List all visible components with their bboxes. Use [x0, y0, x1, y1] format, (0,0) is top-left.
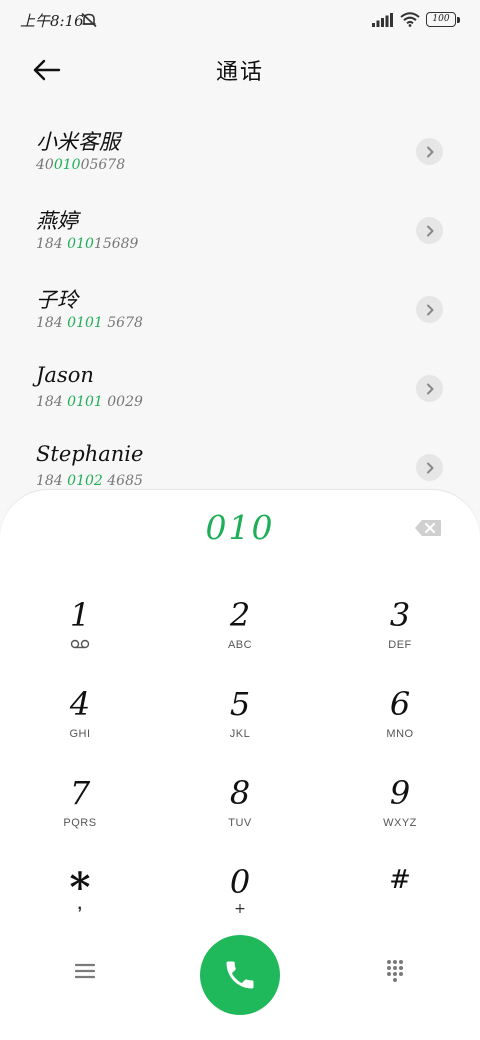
number-part: 184: [36, 394, 68, 410]
number-part: 184: [36, 236, 68, 252]
number-part: 0029: [102, 394, 143, 410]
contact-detail-button[interactable]: [416, 138, 443, 165]
key-letters: GHI: [69, 728, 91, 740]
number-part: 40: [36, 157, 54, 173]
number-match: 010: [67, 236, 94, 252]
key-digit: 2: [229, 596, 251, 634]
status-bar: 上午8:16 100: [0, 0, 480, 40]
chevron-right-icon: [426, 462, 433, 473]
key-8[interactable]: 8 TUV: [170, 773, 310, 853]
number-part: 15689: [93, 236, 139, 252]
dialer-bottom-bar: [0, 930, 480, 1020]
contact-name: 燕婷: [36, 209, 78, 233]
key-letters: WXYZ: [383, 817, 417, 829]
contact-detail-button[interactable]: [416, 217, 443, 244]
menu-icon: [75, 963, 95, 979]
contact-number: 184 0102 4685: [36, 473, 143, 489]
number-match: 010: [53, 157, 81, 173]
key-letters: JKL: [229, 728, 251, 740]
notifications-muted-icon: [80, 12, 98, 32]
dialpad-icon: [387, 960, 403, 982]
menu-button[interactable]: [70, 956, 100, 986]
key-letters: TUV: [228, 817, 252, 829]
number-part: 05678: [80, 157, 126, 173]
key-hash[interactable]: #: [330, 860, 470, 940]
key-7[interactable]: 7 PQRS: [10, 773, 150, 853]
dialer-panel: 010 1 2 ABC 3 DEF 4 GHI 5 JKL 6 MNO 7 PQ…: [0, 490, 480, 1040]
chevron-right-icon: [426, 383, 433, 394]
number-part: 5678: [102, 315, 143, 331]
key-digit: 4: [69, 685, 91, 723]
key-digit: 9: [389, 774, 411, 812]
key-digit: 1: [69, 596, 91, 634]
key-3[interactable]: 3 DEF: [330, 595, 470, 675]
key-letters: +: [234, 901, 246, 917]
backspace-button[interactable]: [414, 518, 442, 538]
dialed-number[interactable]: 010: [0, 508, 480, 547]
contact-row[interactable]: 燕婷 184 01015689: [0, 191, 480, 270]
key-6[interactable]: 6 MNO: [330, 684, 470, 764]
key-digit: 7: [69, 774, 91, 812]
key-letters: DEF: [388, 639, 412, 651]
contact-detail-button[interactable]: [416, 454, 443, 481]
signal-icon: [372, 12, 393, 27]
contact-number: 4001005678: [36, 157, 125, 173]
wifi-icon: [400, 12, 420, 27]
chevron-right-icon: [426, 304, 433, 315]
key-digit: 0: [229, 863, 251, 901]
chevron-right-icon: [426, 146, 433, 157]
backspace-icon: [415, 520, 441, 536]
key-digit: 6: [389, 685, 411, 723]
contact-name: 子玲: [36, 288, 78, 312]
header: 通话: [0, 40, 480, 100]
contact-number: 184 0101 0029: [36, 394, 143, 410]
key-4[interactable]: 4 GHI: [10, 684, 150, 764]
number-part: 184: [36, 315, 68, 331]
chevron-right-icon: [426, 225, 433, 236]
contact-row[interactable]: Jason 184 0101 0029: [0, 349, 480, 428]
number-match: 0101: [67, 394, 103, 410]
key-digit: 8: [229, 774, 251, 812]
contact-name: Stephanie: [36, 442, 144, 466]
status-indicators: 100: [372, 12, 460, 27]
page-title: 通话: [215, 60, 264, 85]
contact-number: 184 0101 5678: [36, 315, 143, 331]
number-match: 0102: [67, 473, 103, 489]
contact-list: 小米客服 4001005678 燕婷 184 01015689 子玲 184 0…: [0, 112, 480, 507]
number-part: 4685: [102, 473, 143, 489]
key-letters: ABC: [227, 639, 253, 651]
key-letters: MNO: [386, 728, 414, 740]
battery-level: 100: [432, 14, 450, 24]
contact-number: 184 01015689: [36, 236, 138, 252]
key-digit: 5: [229, 685, 251, 723]
key-1[interactable]: 1: [10, 595, 150, 675]
status-time: 上午8:16: [20, 12, 84, 30]
key-9[interactable]: 9 WXYZ: [330, 773, 470, 853]
contact-row[interactable]: 小米客服 4001005678: [0, 112, 480, 191]
key-letters: ,: [77, 896, 83, 913]
key-digit: 3: [389, 596, 411, 634]
key-digit: #: [389, 865, 411, 895]
phone-icon: [226, 961, 254, 989]
battery-icon: 100: [426, 12, 460, 27]
call-button[interactable]: [200, 935, 280, 1015]
contact-detail-button[interactable]: [416, 375, 443, 402]
key-letters: PQRS: [63, 817, 97, 829]
number-match: 0101: [67, 315, 103, 331]
key-2[interactable]: 2 ABC: [170, 595, 310, 675]
contact-name: Jason: [36, 363, 94, 387]
contact-row[interactable]: 子玲 184 0101 5678: [0, 270, 480, 349]
voicemail-icon: [70, 639, 90, 649]
key-5[interactable]: 5 JKL: [170, 684, 310, 764]
dialpad-toggle-button[interactable]: [380, 956, 410, 986]
number-part: 184: [36, 473, 68, 489]
contact-name: 小米客服: [36, 130, 120, 154]
contact-detail-button[interactable]: [416, 296, 443, 323]
